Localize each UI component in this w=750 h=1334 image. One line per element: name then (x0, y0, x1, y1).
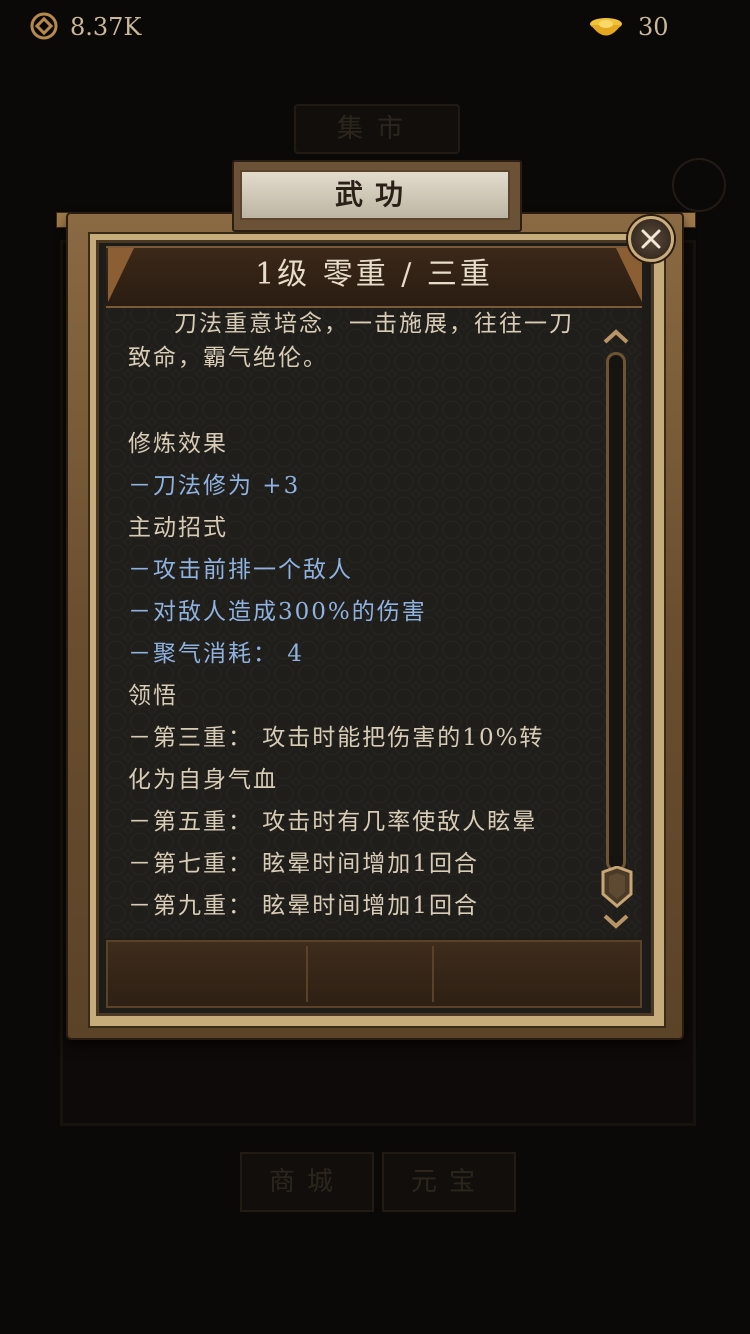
insight-line-1: －第三重： 攻击时能把伤害的10%转 (128, 725, 545, 751)
description-line-2: 致命，霸气绝伦。 (128, 345, 328, 371)
scroll-down-icon[interactable] (602, 910, 630, 932)
effect-item: －刀法修为 +3 (128, 473, 301, 499)
insight-line-2: 化为自身气血 (128, 767, 278, 793)
footer-divider-2 (432, 946, 434, 1002)
description-line-1: 刀法重意培念，一击施展，往往一刀 (174, 311, 574, 337)
level-text: 1级 零重 / 三重 (255, 257, 493, 292)
scrollbar-thumb[interactable] (600, 866, 634, 908)
close-button[interactable] (628, 216, 674, 262)
ingot-button: 元宝 (382, 1152, 516, 1212)
effect-section-title: 修炼效果 (128, 431, 228, 457)
dialog-footer (106, 940, 642, 1008)
insight-line-3: －第五重： 攻击时有几率使敌人眩晕 (128, 809, 538, 835)
footer-divider-1 (306, 946, 308, 1002)
market-tab: 集市 (294, 104, 460, 154)
active-item-2: －对敌人造成300%的伤害 (128, 599, 427, 625)
shop-button: 商城 (240, 1152, 374, 1212)
background-close-icon (672, 158, 726, 212)
scroll-up-icon[interactable] (602, 326, 630, 348)
active-item-1: －攻击前排一个敌人 (128, 557, 353, 583)
insight-line-4: －第七重： 眩晕时间增加1回合 (128, 851, 479, 877)
dialog-title: 武功 (334, 178, 415, 211)
active-item-3: －聚气消耗： 4 (128, 641, 304, 667)
close-icon (641, 229, 661, 249)
skill-description[interactable]: 刀法重意培念，一击施展，往往一刀 致命，霸气绝伦。 修炼效果 －刀法修为 +3 … (128, 304, 586, 924)
active-section-title: 主动招式 (128, 515, 228, 541)
insight-line-5: －第九重： 眩晕时间增加1回合 (128, 893, 479, 919)
scrollbar-track[interactable] (606, 352, 626, 872)
insight-section-title: 领悟 (128, 683, 178, 709)
